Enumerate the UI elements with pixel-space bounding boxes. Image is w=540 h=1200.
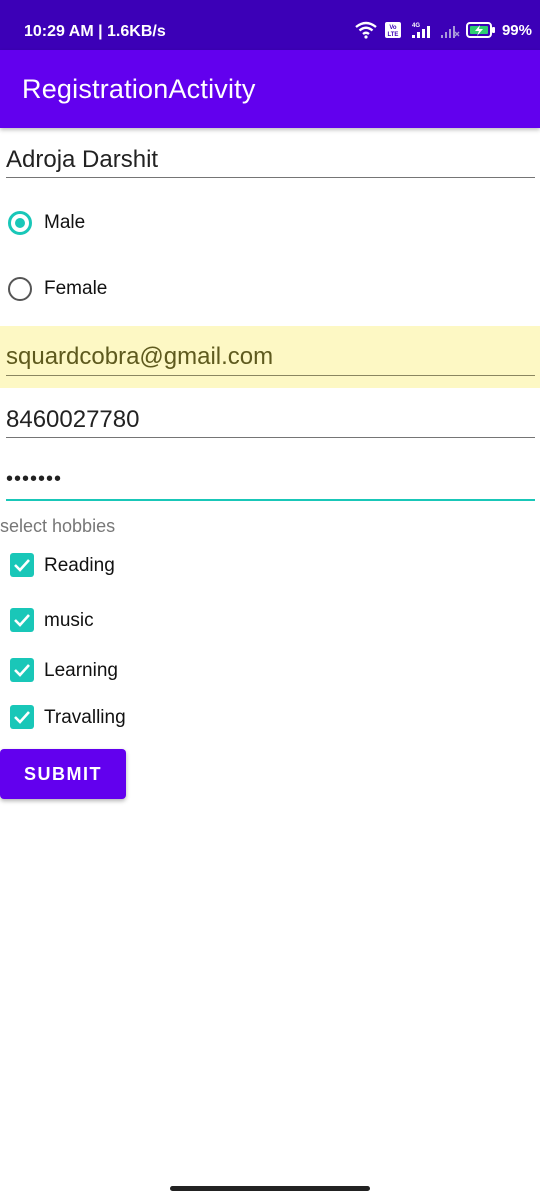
check-icon [14,614,30,627]
phone-value: 8460027780 [6,406,140,433]
check-icon [14,711,30,724]
battery-percent: 99% [501,21,532,39]
checkbox-learning-label[interactable]: Learning [44,660,118,682]
name-value: Adroja Darshit [6,146,159,173]
name-underline [6,177,535,178]
svg-text:LTE: LTE [388,32,399,38]
checkbox-reading-label[interactable]: Reading [44,555,115,577]
check-icon [14,664,30,677]
volte-icon: Vo LTE [384,22,401,38]
checkbox-travalling-box[interactable] [10,705,34,729]
radio-male-button[interactable] [8,211,32,235]
home-indicator[interactable] [170,1186,370,1191]
status-bar: 10:29 AM | 1.6KB/s Vo LTE 4G 99% [0,0,540,50]
wifi-icon [355,21,377,39]
checkbox-music-box[interactable] [10,608,34,632]
checkbox-travalling-label[interactable]: Travalling [44,707,126,729]
svg-text:Vo: Vo [389,25,397,31]
signal-no-service-icon [440,26,460,38]
submit-button[interactable]: SUBMIT [0,749,126,799]
checkbox-reading-box[interactable] [10,553,34,577]
password-value: ••••••• [6,468,63,490]
app-bar: RegistrationActivity [0,50,540,128]
hobbies-hint: select hobbies [0,516,116,536]
check-icon [14,559,30,572]
checkbox-music-label[interactable]: music [44,610,94,632]
email-underline [6,375,535,376]
email-field[interactable]: squardcobra@gmail.com [0,326,540,388]
phone-underline [6,437,535,438]
radio-female-button[interactable] [8,277,32,301]
radio-female-label[interactable]: Female [44,278,107,300]
svg-text:4G: 4G [412,23,420,29]
password-field[interactable]: ••••••• [0,460,540,502]
email-value: squardcobra@gmail.com [6,343,274,370]
signal-4g-icon: 4G [411,23,430,38]
checkbox-learning-box[interactable] [10,658,34,682]
phone-field[interactable]: 8460027780 [0,400,540,440]
status-icons: Vo LTE 4G 99% [354,20,532,40]
status-time: 10:29 AM | 1.6KB/s [24,23,166,40]
password-underline [6,499,535,501]
name-field[interactable]: Adroja Darshit [0,140,540,180]
app-title: RegistrationActivity [22,74,256,104]
battery-charging-icon [465,22,495,38]
radio-male-label[interactable]: Male [44,212,85,234]
